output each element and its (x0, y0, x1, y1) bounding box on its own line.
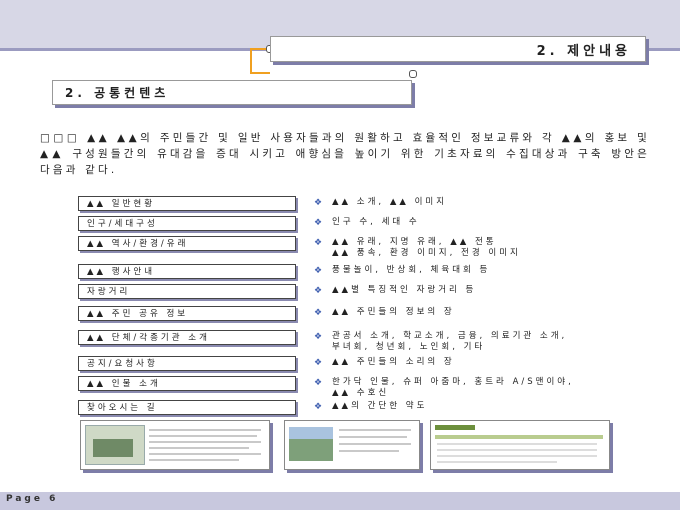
screenshot-thumbnail-3 (430, 420, 610, 470)
item-description: 인구 수, 세대 수 (332, 217, 420, 227)
connector-line (250, 72, 270, 74)
diamond-bullet-icon: ❖ (314, 378, 323, 388)
item-label: ▲▲ 단체/각종기관 소개 (78, 330, 296, 345)
item-description: ▲▲ 유래, 지명 유래, ▲▲ 전통 ▲▲ 풍속, 환경 이미지, 전경 이미… (332, 237, 521, 258)
list-item: 찾아오시는 길 ❖ ▲▲의 간단한 약도 (78, 400, 658, 417)
item-label: ▲▲ 행사안내 (78, 264, 296, 279)
screenshot-thumbnail-2 (284, 420, 420, 470)
diamond-bullet-icon: ❖ (314, 266, 323, 276)
list-item: ▲▲ 일반현황 ❖ ▲▲ 소개, ▲▲ 이미지 (78, 196, 658, 213)
list-item: ▲▲ 역사/환경/유래 ❖ ▲▲ 유래, 지명 유래, ▲▲ 전통 ▲▲ 풍속, 환… (78, 236, 658, 258)
diamond-bullet-icon: ❖ (314, 218, 323, 228)
list-item: ▲▲ 행사안내 ❖ 풍물놀이, 반상회, 체육대회 등 (78, 264, 658, 281)
intro-paragraph: □□□ ▲▲ ▲▲의 주민들간 및 일반 사용자들과의 원활하고 효율적인 정보… (40, 132, 650, 176)
footer-band (0, 492, 680, 510)
list-item: 인구/세대구성 ❖ 인구 수, 세대 수 (78, 216, 658, 233)
item-description: ▲▲별 특징적인 자랑거리 등 (332, 285, 477, 295)
diamond-bullet-icon: ❖ (314, 238, 323, 248)
item-description: 한가닥 인물, 슈퍼 아줌마, 홍트라 A/S맨이야, ▲▲ 수호신 (332, 377, 574, 398)
list-item: 자랑거리 ❖ ▲▲별 특징적인 자랑거리 등 (78, 284, 658, 301)
item-label: 자랑거리 (78, 284, 296, 299)
item-label: 공지/요청사항 (78, 356, 296, 371)
list-item: ▲▲ 단체/각종기관 소개 ❖ 관공서 소개, 학교소개, 금융, 의료기관 소개,… (78, 330, 658, 352)
connector-dot (409, 70, 417, 78)
item-label: 인구/세대구성 (78, 216, 296, 231)
diamond-bullet-icon: ❖ (314, 402, 323, 412)
screenshot-thumbnail-1 (80, 420, 270, 470)
diamond-bullet-icon: ❖ (314, 358, 323, 368)
page-number: Page 6 (6, 494, 59, 504)
item-description: ▲▲의 간단한 약도 (332, 401, 428, 411)
item-description: ▲▲ 소개, ▲▲ 이미지 (332, 197, 448, 207)
section-title: 2. 공통컨텐츠 (52, 80, 412, 105)
item-label: ▲▲ 일반현황 (78, 196, 296, 211)
item-description: 풍물놀이, 반상회, 체육대회 등 (332, 265, 491, 275)
item-label: ▲▲ 인물 소개 (78, 376, 296, 391)
list-item: 공지/요청사항 ❖ ▲▲ 주민들의 소리의 장 (78, 356, 658, 373)
list-item: ▲▲ 주민 공유 정보 ❖ ▲▲ 주민들의 정보의 장 (78, 306, 658, 323)
item-label: ▲▲ 주민 공유 정보 (78, 306, 296, 321)
item-description: ▲▲ 주민들의 정보의 장 (332, 307, 455, 317)
connector-line (250, 50, 252, 72)
item-label: ▲▲ 역사/환경/유래 (78, 236, 296, 251)
item-label: 찾아오시는 길 (78, 400, 296, 415)
item-description: ▲▲ 주민들의 소리의 장 (332, 357, 455, 367)
diamond-bullet-icon: ❖ (314, 332, 323, 342)
diamond-bullet-icon: ❖ (314, 308, 323, 318)
page-title: 2. 제안내용 (270, 36, 646, 62)
diamond-bullet-icon: ❖ (314, 286, 323, 296)
item-description: 관공서 소개, 학교소개, 금융, 의료기관 소개, 부녀회, 청년회, 노인회… (332, 331, 568, 352)
diamond-bullet-icon: ❖ (314, 198, 323, 208)
list-item: ▲▲ 인물 소개 ❖ 한가닥 인물, 슈퍼 아줌마, 홍트라 A/S맨이야, ▲▲ … (78, 376, 658, 398)
